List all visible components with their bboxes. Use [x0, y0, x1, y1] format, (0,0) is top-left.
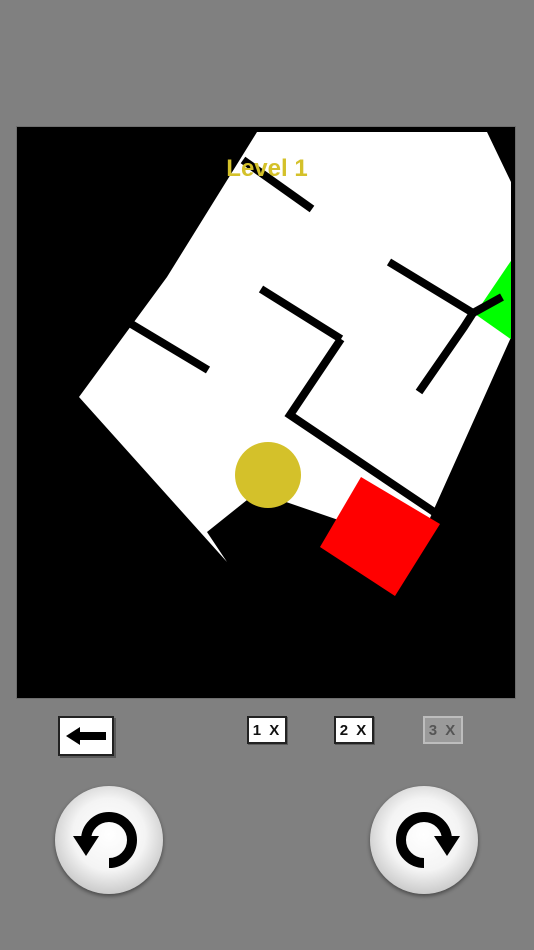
speed-3x-button[interactable]: 3 X [423, 716, 463, 744]
rotate-clockwise-icon [396, 812, 460, 868]
ball [235, 442, 301, 508]
rotate-counterclockwise-icon [73, 812, 137, 868]
rotate-right-button[interactable] [370, 786, 478, 894]
speed-1x-button[interactable]: 1 X [247, 716, 287, 744]
rotate-left-button[interactable] [55, 786, 163, 894]
maze-canvas[interactable] [17, 127, 516, 699]
left-arrow-icon [66, 727, 106, 745]
board-right-edge [511, 127, 515, 698]
game-board[interactable]: Level 1 [16, 126, 516, 699]
back-button[interactable] [58, 716, 114, 756]
speed-2x-button[interactable]: 2 X [334, 716, 374, 744]
